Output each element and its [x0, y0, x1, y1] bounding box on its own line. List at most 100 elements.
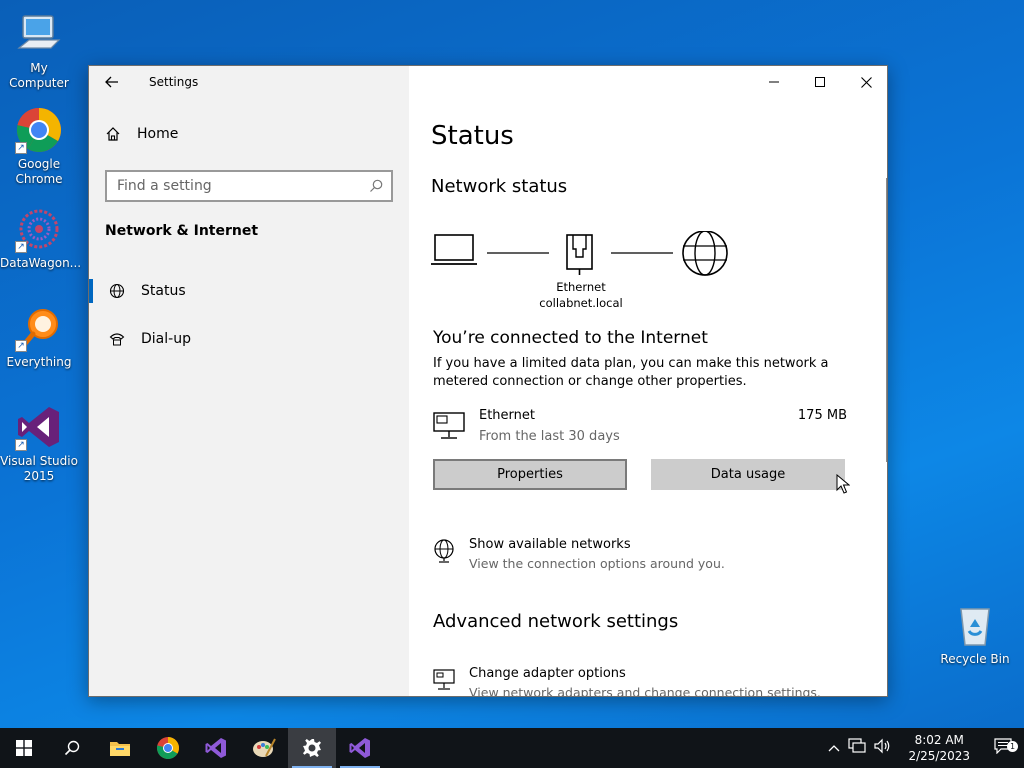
gear-icon [303, 739, 321, 757]
window-title: Settings [149, 75, 199, 89]
taskbar-visual-studio[interactable] [192, 728, 240, 768]
chevron-up-icon [829, 744, 840, 751]
paint-palette-icon [253, 738, 276, 757]
desktop-icon-label: DataWagon... [0, 256, 82, 270]
visual-studio-icon [205, 738, 226, 758]
settings-sidebar: Settings Home Find a setting Network & I… [89, 66, 409, 696]
desktop-icon-label: Everything [6, 355, 72, 369]
advanced-settings-title: Advanced network settings [433, 611, 679, 632]
desktop-icon-datawagon[interactable]: ↗ DataWagon... [0, 205, 82, 271]
shortcut-arrow-icon: ↗ [15, 439, 27, 451]
search-icon [64, 740, 80, 756]
phone-icon [93, 331, 141, 347]
globe-icon [682, 231, 728, 276]
datawagon-icon: ↗ [15, 205, 63, 253]
settings-window: Settings Home Find a setting Network & I… [88, 65, 888, 697]
taskbar-chrome[interactable] [144, 728, 192, 768]
clock-time: 8:02 AM [914, 733, 964, 747]
chrome-icon: ↗ [15, 106, 63, 154]
properties-button[interactable]: Properties [433, 459, 627, 490]
ethernet-usage-row: Ethernet From the last 30 days 175 MB [433, 408, 847, 448]
home-nav-item[interactable]: Home [105, 126, 178, 142]
taskbar-settings[interactable] [288, 728, 336, 768]
taskbar-file-explorer[interactable] [96, 728, 144, 768]
adapter-label-block: Ethernet collabnet.local [521, 279, 641, 311]
start-button[interactable] [0, 728, 48, 768]
mouse-cursor-icon [836, 474, 850, 494]
taskbar-paint[interactable] [240, 728, 288, 768]
ethernet-usage: 175 MB [797, 408, 847, 423]
clock-date: 2/25/2023 [908, 749, 970, 763]
window-controls [751, 66, 887, 98]
desktop-icon-visual-studio[interactable]: ↗ Visual Studio 2015 [0, 403, 78, 484]
taskbar-clock[interactable]: 8:02 AM 2/25/2023 [896, 732, 982, 764]
globe-icon [93, 283, 141, 299]
magnifier-icon: ↗ [15, 304, 63, 352]
sidebar-item-status[interactable]: Status [89, 271, 409, 311]
connection-description: If you have a limited data plan, you can… [433, 356, 829, 389]
close-button[interactable] [843, 66, 887, 98]
network-status-title: Network status [431, 176, 568, 197]
settings-main: Status Network status Ethernet collabnet… [409, 66, 887, 696]
sidebar-item-label: Status [141, 283, 186, 299]
minimize-button[interactable] [751, 66, 797, 98]
desktop-icon-label: My Computer [9, 61, 69, 90]
action-center-button[interactable]: 1 [982, 738, 1024, 758]
adapter-monitor-icon [433, 669, 455, 690]
system-tray: 8:02 AM 2/25/2023 1 [824, 728, 1024, 768]
title-bar[interactable]: Settings [89, 66, 409, 98]
scrollbar[interactable] [886, 178, 887, 462]
desktop-icon-label: Google Chrome [15, 157, 63, 186]
maximize-button[interactable] [797, 66, 843, 98]
desktop-icon-recycle-bin[interactable]: Recycle Bin [936, 601, 1014, 667]
page-title: Status [431, 121, 514, 151]
maximize-icon [815, 77, 825, 87]
computer-icon [15, 10, 63, 58]
home-label: Home [137, 126, 179, 142]
show-networks-link[interactable]: Show available networks View the connect… [433, 537, 853, 577]
search-placeholder: Find a setting [117, 178, 212, 194]
search-icon [370, 179, 383, 192]
taskbar-visual-studio-2015[interactable] [336, 728, 384, 768]
desktop-icon-google-chrome[interactable]: ↗ Google Chrome [0, 106, 78, 187]
windows-logo-icon [16, 740, 32, 756]
speaker-icon [874, 738, 890, 754]
chrome-icon [156, 737, 179, 759]
notification-count-badge: 1 [1007, 741, 1018, 752]
ethernet-period: From the last 30 days [479, 429, 620, 444]
data-usage-button[interactable]: Data usage [651, 459, 845, 490]
home-icon [106, 127, 120, 141]
back-arrow-icon [105, 76, 118, 88]
ethernet-port-icon [566, 234, 593, 275]
search-input[interactable]: Find a setting [105, 170, 393, 202]
ethernet-name: Ethernet [479, 408, 535, 423]
network-tray-button[interactable] [844, 738, 870, 758]
shortcut-arrow-icon: ↗ [15, 340, 27, 352]
volume-tray-button[interactable] [870, 738, 896, 758]
change-adapter-link[interactable]: Change adapter options View network adap… [433, 666, 853, 696]
ethernet-adapter-icon [433, 412, 465, 439]
sidebar-item-label: Dial-up [141, 331, 191, 347]
section-title: Network & Internet [105, 223, 259, 239]
desktop-icon-everything[interactable]: ↗ Everything [0, 304, 78, 370]
visual-studio-icon: ↗ [15, 403, 63, 451]
minimize-icon [769, 81, 779, 83]
visual-studio-icon [349, 738, 370, 758]
sidebar-item-dial-up[interactable]: Dial-up [89, 319, 409, 359]
network-icon [848, 738, 867, 753]
shortcut-arrow-icon: ↗ [15, 241, 27, 253]
change-adapter-description: View network adapters and change connect… [469, 685, 821, 696]
recycle-bin-icon [951, 601, 999, 649]
desktop-icon-label: Recycle Bin [940, 652, 1010, 666]
globe-network-icon [434, 539, 454, 563]
laptop-icon [431, 234, 477, 265]
taskbar-search-button[interactable] [48, 728, 96, 768]
show-hidden-icons-button[interactable] [824, 741, 844, 756]
back-button[interactable] [89, 66, 135, 98]
connection-heading: You’re connected to the Internet [433, 328, 708, 348]
close-icon [860, 76, 872, 88]
show-networks-title[interactable]: Show available networks [469, 537, 631, 552]
change-adapter-title[interactable]: Change adapter options [469, 666, 626, 681]
network-domain: collabnet.local [539, 296, 623, 310]
desktop-icon-my-computer[interactable]: My Computer [0, 10, 78, 91]
